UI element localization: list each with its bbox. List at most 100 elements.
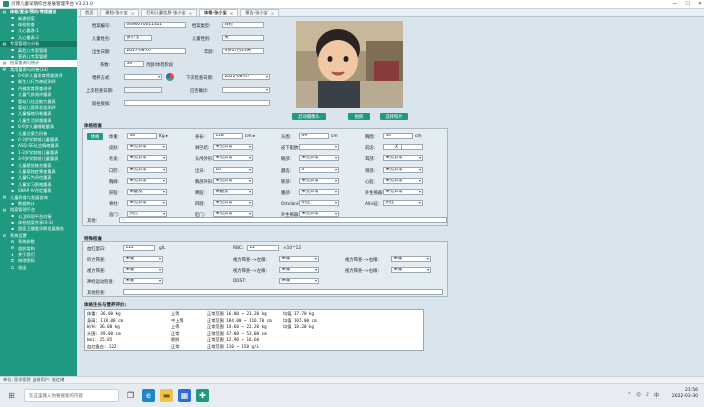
next-date-label: 下次检查日期: (186, 76, 214, 81)
field-value[interactable]: 未见异常 (213, 177, 253, 184)
task-view-icon[interactable]: ❐ (124, 389, 137, 402)
field-value[interactable]: 未见异常 (127, 200, 167, 207)
tab[interactable]: 报告-张小宝 × (240, 9, 280, 16)
field-value[interactable]: 未见异常 (213, 200, 253, 207)
close-button[interactable]: ✕ (698, 1, 702, 7)
field-value[interactable]: 50 (383, 133, 413, 139)
volume-icon[interactable]: ♪ (646, 392, 649, 399)
field-value[interactable] (299, 144, 339, 151)
field-value[interactable]: 未见异常 (127, 166, 167, 173)
special-label: 听力筛查: (87, 258, 106, 263)
field-value[interactable]: 未见异常 (383, 155, 423, 162)
physical-tag-button[interactable]: 体格 (87, 133, 103, 140)
edge-browser-icon[interactable]: e (142, 389, 155, 402)
take-photo-button[interactable]: 拍照 (348, 113, 370, 120)
sidebar-item-label: 常用量表与问卷(14) (10, 66, 48, 72)
field-value[interactable]: 未见异常 (213, 155, 253, 162)
tab[interactable]: 体格-张小宝 × (199, 9, 239, 16)
special-select[interactable]: 未做 (279, 278, 319, 284)
special-select[interactable]: 未做 (391, 256, 431, 262)
fontanel-field-2[interactable] (401, 144, 423, 151)
field-label: 头围: (281, 135, 292, 140)
field-value[interactable]: 0 (299, 166, 339, 173)
file-explorer-icon[interactable]: ▬ (160, 389, 173, 402)
start-camera-button[interactable]: 启动摄像头 (292, 113, 326, 120)
dob-field[interactable]: 2017-08-07 (124, 48, 186, 54)
taskbar-search-input[interactable]: 在这里输入你要搜索的内容 (24, 389, 119, 402)
last-date-field[interactable] (124, 87, 162, 93)
eval-cell: 正常范围 16.00 ~ 23.20 kg (207, 311, 267, 316)
archive-type-field[interactable]: 体检 (222, 22, 264, 28)
clock[interactable]: 21:56 2022-03-30 (672, 388, 698, 400)
tab-label: 首页 (85, 10, 94, 15)
field-value[interactable]: 未见异常 (299, 177, 339, 184)
special-select[interactable]: 未做 (123, 256, 163, 262)
maximize-button[interactable]: ☐ (685, 1, 689, 7)
hb-field[interactable]: 122 (123, 245, 155, 251)
field-value[interactable]: 阴性 (383, 200, 423, 207)
field-value[interactable]: 未触及 (213, 189, 253, 195)
close-tab-icon[interactable]: × (230, 11, 234, 16)
app-taskbar-icon[interactable]: ✚ (196, 389, 209, 402)
rbc-field[interactable]: 22 (247, 245, 279, 251)
special-select[interactable]: 未做 (123, 267, 163, 273)
tab[interactable]: 建档-张小宝 × (100, 9, 140, 16)
chart-icon[interactable] (166, 73, 174, 81)
field-value[interactable]: 阴性 (299, 200, 339, 207)
eval-cell: 正常范围 14.60 ~ 22.20 kg (207, 324, 267, 330)
field-value[interactable]: 未见异常 (383, 177, 423, 184)
sidebar-item[interactable]: ⏻ 退出 (0, 265, 77, 271)
field-value[interactable]: 20 (213, 166, 253, 173)
field-value[interactable]: 未见异常 (383, 166, 423, 173)
chevron-up-icon[interactable]: ⌃ (627, 392, 631, 399)
field-value[interactable]: 未见异常 (127, 177, 167, 184)
special-other-field[interactable] (123, 289, 443, 295)
feeding-select[interactable] (124, 74, 162, 80)
sidebar-item-label: 1-3岁学龄前儿童量表 (18, 149, 59, 155)
sidebar-item-label: 儿童感觉统合量表 (18, 162, 52, 168)
sidebar-item-label: 专案管理与分析 (10, 41, 40, 47)
name-field[interactable]: 张小宝 (124, 35, 152, 41)
field-value[interactable]: 49 (299, 133, 329, 139)
tab[interactable]: 首页 (80, 9, 99, 16)
doc-icon: ▪ (11, 130, 14, 136)
os-taskbar: ⊞ 在这里输入你要搜索的内容 ❐ e ▬ ▦ ✚ ⌃ ⌬ ♪ 中 21:56 2… (0, 383, 704, 407)
weeks-field[interactable]: 56 (124, 61, 144, 67)
eval-textarea[interactable]: 体重: 36.00 kg 上等 正常范围 16.00 ~ 23.20 kg 均值 17… (84, 309, 424, 351)
special-select[interactable]: 未做 (123, 278, 163, 284)
close-tab-icon[interactable]: × (189, 11, 193, 16)
field-value[interactable]: 未见异常 (127, 144, 167, 151)
close-tab-icon[interactable]: × (131, 11, 135, 16)
network-icon[interactable]: ⌬ (636, 392, 640, 399)
minimize-button[interactable]: — (672, 1, 677, 7)
field-value[interactable]: 未见异常 (299, 155, 339, 162)
special-select[interactable]: 未做 (279, 267, 319, 273)
folder-icon: ▤ (2, 207, 7, 213)
diag-select[interactable] (222, 87, 270, 93)
history-field[interactable] (124, 100, 270, 106)
field-value[interactable]: 未见异常 (127, 155, 167, 162)
store-icon[interactable]: ▦ (178, 389, 191, 402)
next-date-field[interactable]: 2022-08-07 (222, 74, 270, 80)
field-value[interactable]: 118 (213, 133, 243, 139)
sidebar-item-label: 档案查询与统计 (10, 60, 40, 66)
physical-other-field[interactable]: ... (119, 217, 447, 223)
special-select[interactable]: 未做 (391, 267, 431, 273)
field-value[interactable]: 未见异常 (383, 189, 423, 195)
age-field[interactable]: 4岁07月23天 (222, 48, 264, 54)
eval-cell: 血红蛋白: 122 (87, 344, 117, 349)
close-tab-icon[interactable]: × (271, 11, 275, 16)
doc-icon: ▪ (11, 85, 14, 91)
tab[interactable]: 打印儿童信息-张小宝 × (141, 9, 198, 16)
archive-no-field[interactable]: 0490070011321 (124, 22, 186, 28)
ime-icon[interactable]: 中 (654, 392, 659, 399)
sex-field[interactable]: 男 (222, 35, 264, 41)
field-value[interactable]: 36 (127, 133, 157, 139)
windows-start-icon[interactable]: ⊞ (5, 389, 18, 402)
field-value[interactable]: 未见异常 (299, 189, 339, 195)
field-value[interactable]: 未触及 (127, 189, 167, 195)
choose-photo-button[interactable]: 选择照片 (380, 113, 408, 120)
field-value[interactable]: 未见异常 (213, 144, 253, 151)
special-select[interactable]: 未做 (279, 256, 319, 262)
doc-icon: ▪ (11, 111, 14, 117)
